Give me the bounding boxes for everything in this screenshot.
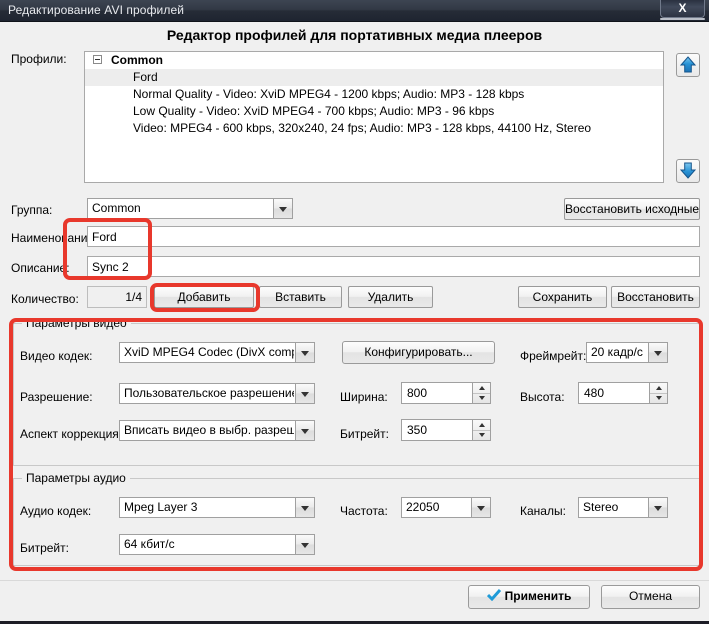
stepper-down-icon[interactable] [473, 393, 490, 403]
add-button[interactable]: Добавить [154, 286, 254, 308]
video-codec-select[interactable]: XviD MPEG4 Codec (DivX compatible) [119, 342, 315, 363]
height-stepper[interactable]: 480 [578, 382, 668, 404]
framerate-select[interactable]: 20 кадр/с [586, 342, 668, 363]
stepper-buttons[interactable] [472, 383, 490, 403]
tree-item-ford[interactable]: Ford [85, 69, 663, 86]
width-label: Ширина: [340, 390, 388, 404]
video-parameters-title: Параметры видео [22, 316, 131, 330]
tree-item-normal-quality[interactable]: Normal Quality - Video: XviD MPEG4 - 120… [85, 86, 663, 103]
move-up-button[interactable] [676, 53, 700, 77]
save-button[interactable]: Сохранить [518, 286, 607, 308]
tree-item-label: Common [111, 53, 163, 67]
video-codec-value: XviD MPEG4 Codec (DivX compatible) [124, 345, 294, 359]
insert-button[interactable]: Вставить [259, 286, 342, 308]
audio-codec-select[interactable]: Mpeg Layer 3 [119, 497, 315, 518]
chevron-down-icon[interactable] [295, 384, 314, 403]
video-bitrate-stepper[interactable]: 350 [401, 419, 491, 441]
channels-select[interactable]: Stereo [578, 497, 668, 518]
cancel-button[interactable]: Отмена [601, 585, 700, 609]
resolution-label: Разрешение: [20, 390, 93, 404]
chevron-down-icon[interactable] [273, 199, 292, 218]
width-stepper[interactable]: 800 [401, 382, 491, 404]
stepper-down-icon[interactable] [473, 430, 490, 440]
frequency-value: 22050 [406, 500, 440, 514]
tree-item-label: Low Quality - Video: XviD MPEG4 - 700 kb… [133, 104, 495, 118]
aspect-label: Аспект коррекция: [20, 427, 123, 441]
profiles-tree[interactable]: Common Ford Normal Quality - Video: XviD… [84, 51, 664, 183]
name-label: Наименование: [11, 231, 98, 245]
profile-editor-window: Редактирование AVI профилей X Редактор п… [0, 0, 709, 624]
framerate-value: 20 кадр/с [591, 345, 643, 359]
group-select[interactable]: Common [87, 198, 293, 219]
chevron-down-icon[interactable] [295, 535, 314, 554]
video-codec-label: Видео кодек: [20, 349, 93, 363]
frequency-select[interactable]: 22050 [401, 497, 491, 518]
audio-bitrate-value: 64 кбит/с [124, 537, 175, 551]
tree-item-label: Normal Quality - Video: XviD MPEG4 - 120… [133, 87, 525, 101]
tree-item-label: Ford [133, 70, 158, 84]
chevron-down-icon[interactable] [295, 343, 314, 362]
chevron-down-icon[interactable] [295, 498, 314, 517]
audio-parameters-title: Параметры аудио [22, 471, 130, 485]
aspect-value: Вписать видео в выбр. разрешение [124, 423, 294, 437]
restore-defaults-button[interactable]: Восстановить исходные [564, 198, 700, 220]
configure-button[interactable]: Конфигурировать... [342, 341, 495, 364]
description-label: Описание: [11, 261, 70, 275]
delete-button[interactable]: Удалить [348, 286, 433, 308]
tree-item-common[interactable]: Common [85, 52, 663, 69]
tree-item-label: Video: MPEG4 - 600 kbps, 320x240, 24 fps… [133, 121, 592, 135]
chevron-down-icon[interactable] [648, 343, 667, 362]
chevron-down-icon[interactable] [471, 498, 490, 517]
video-bitrate-label: Битрейт: [340, 427, 389, 441]
count-label: Количество: [11, 292, 79, 306]
resolution-value: Пользовательское разрешение... [124, 386, 294, 400]
audio-codec-label: Аудио кодек: [20, 504, 92, 518]
move-down-button[interactable] [676, 159, 700, 183]
channels-value: Stereo [583, 500, 619, 514]
resolution-select[interactable]: Пользовательское разрешение... [119, 383, 315, 404]
stepper-down-icon[interactable] [650, 393, 667, 403]
channels-label: Каналы: [520, 504, 566, 518]
name-input[interactable]: Ford [87, 226, 700, 247]
audio-bitrate-label: Битрейт: [20, 541, 69, 555]
page-title: Редактор профилей для портативных медиа … [166, 27, 543, 43]
audio-codec-value: Mpeg Layer 3 [124, 500, 198, 514]
arrow-down-icon [679, 162, 697, 179]
description-input[interactable]: Sync 2 [87, 256, 700, 277]
footer-separator [0, 580, 709, 581]
close-icon[interactable]: X [660, 0, 705, 20]
apply-button[interactable]: Применить [468, 585, 590, 609]
stepper-buttons[interactable] [472, 420, 490, 440]
stepper-buttons[interactable] [649, 383, 667, 403]
video-bitrate-value: 350 [407, 423, 428, 437]
chevron-down-icon[interactable] [295, 421, 314, 440]
frequency-label: Частота: [340, 504, 388, 518]
framerate-label: Фреймрейт: [520, 349, 587, 363]
height-value: 480 [584, 386, 605, 400]
audio-bitrate-select[interactable]: 64 кбит/с [119, 534, 315, 555]
width-value: 800 [407, 386, 428, 400]
restore-button[interactable]: Восстановить [611, 286, 700, 308]
height-label: Высота: [520, 390, 565, 404]
collapse-icon[interactable] [93, 55, 102, 64]
chevron-down-icon[interactable] [648, 498, 667, 517]
check-icon [486, 589, 501, 601]
group-select-value: Common [92, 201, 141, 215]
aspect-select[interactable]: Вписать видео в выбр. разрешение [119, 420, 315, 441]
audio-parameters-group: Параметры аудио [13, 471, 700, 566]
arrow-up-icon [679, 56, 697, 73]
tree-item-mpeg4[interactable]: Video: MPEG4 - 600 kbps, 320x240, 24 fps… [85, 120, 663, 137]
profiles-label: Профили: [11, 52, 67, 66]
window-title: Редактирование AVI профилей [8, 3, 185, 17]
title-bar: Редактирование AVI профилей X [0, 0, 709, 22]
tree-item-low-quality[interactable]: Low Quality - Video: XviD MPEG4 - 700 kb… [85, 103, 663, 120]
group-label: Группа: [11, 203, 53, 217]
count-value: 1/4 [87, 286, 147, 308]
apply-button-label: Применить [504, 589, 572, 603]
